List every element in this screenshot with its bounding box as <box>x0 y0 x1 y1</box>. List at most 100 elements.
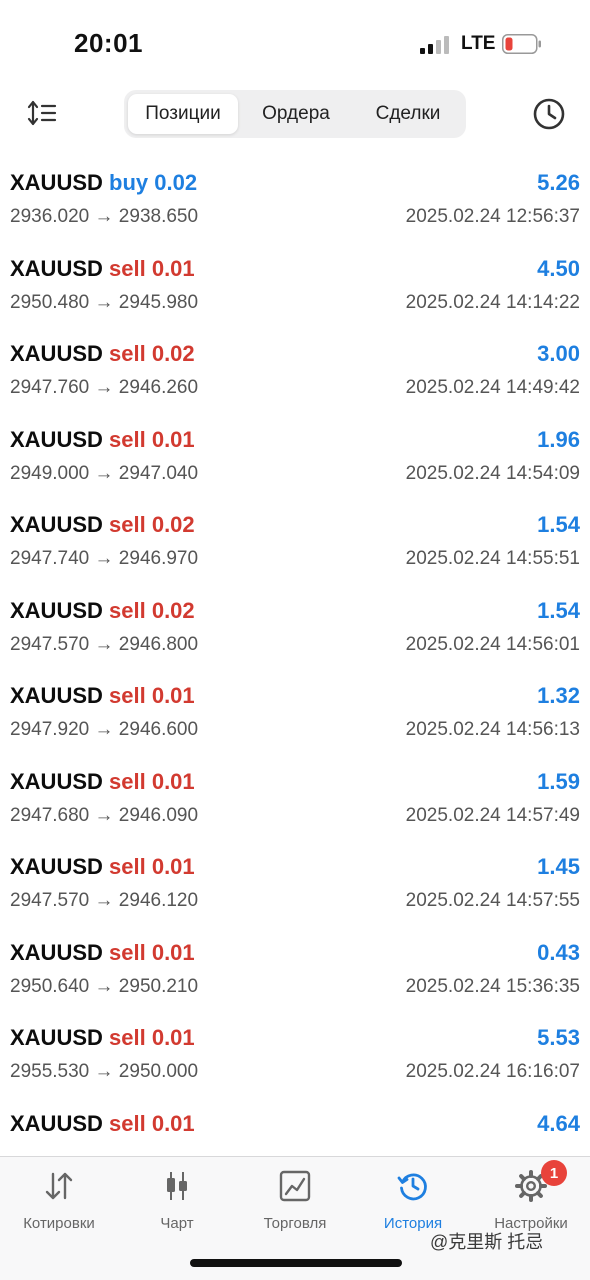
deal-symbol: XAUUSD sell 0.01 <box>10 683 195 709</box>
history-toolbar: Позиции Ордера Сделки <box>0 88 590 140</box>
deal-symbol: XAUUSD sell 0.01 <box>10 854 195 880</box>
candles-icon <box>167 1172 187 1200</box>
deal-symbol-text: XAUUSD <box>10 768 103 794</box>
quotes-icon <box>45 1172 73 1200</box>
deal-row[interactable]: XAUUSD sell 0.01 5.53 2955.530 → 2950.000 2… <box>0 1011 590 1097</box>
deal-side: sell 0.01 <box>109 1025 195 1050</box>
deal-side: sell 0.01 <box>109 854 195 879</box>
deal-side: sell 0.02 <box>109 341 195 366</box>
deal-prices: 2950.640 → 2950.210 <box>10 975 199 997</box>
deal-prices: 2949.000 → 2947.040 <box>10 462 199 484</box>
deal-prices: 2947.680 → 2946.090 <box>10 804 199 826</box>
deal-row[interactable]: XAUUSD sell 0.01 4.50 2950.480 → 2945.980 2… <box>0 242 590 328</box>
deal-profit: 4.50 <box>537 255 580 281</box>
segment-deals[interactable]: Сделки <box>354 94 462 134</box>
deal-row[interactable]: XAUUSD sell 0.01 4.64 <box>0 1097 590 1157</box>
deal-time: 2025.02.24 14:56:01 <box>405 633 580 655</box>
cellular-signal-icon <box>420 36 449 54</box>
settings-notification-badge: 1 <box>541 1160 567 1186</box>
deal-time: 2025.02.24 14:14:22 <box>405 291 580 313</box>
deal-symbol: XAUUSD sell 0.02 <box>10 598 195 624</box>
watermark: @克里斯 托忌 <box>430 1232 544 1252</box>
battery-icon <box>502 34 541 54</box>
deal-time: 2025.02.24 15:36:35 <box>405 975 580 997</box>
deal-profit: 1.45 <box>537 854 580 879</box>
tab-quotes[interactable]: Котировки <box>0 1167 118 1237</box>
deal-symbol-text: XAUUSD <box>10 341 103 366</box>
deal-side: sell 0.01 <box>109 768 195 794</box>
deal-prices: 2947.570 → 2946.800 <box>10 633 199 655</box>
deal-time: 2025.02.24 14:56:13 <box>405 719 580 740</box>
deal-prices: 2947.740 → 2946.970 <box>10 548 199 569</box>
deal-row[interactable]: XAUUSD sell 0.01 1.45 2947.570 → 2946.120 2… <box>0 840 590 926</box>
deal-profit: 3.00 <box>537 341 580 366</box>
deal-side: sell 0.02 <box>109 512 195 537</box>
deal-prices: 2947.570 → 2946.120 <box>10 890 199 911</box>
deal-profit: 1.59 <box>537 768 580 794</box>
deal-prices: 2955.530 → 2950.000 <box>10 1061 199 1082</box>
deal-side: sell 0.01 <box>109 426 195 452</box>
deal-symbol: XAUUSD sell 0.02 <box>10 341 195 367</box>
tab-quotes-label: Котировки <box>23 1215 95 1232</box>
deal-time: 2025.02.24 14:57:55 <box>405 890 580 911</box>
deal-row[interactable]: XAUUSD sell 0.02 3.00 2947.760 → 2946.260 2… <box>0 327 590 413</box>
deal-time: 2025.02.24 16:16:07 <box>405 1061 580 1082</box>
deal-side: sell 0.01 <box>109 255 195 281</box>
deal-symbol: XAUUSD sell 0.01 <box>10 769 195 795</box>
tab-trade[interactable]: Торговля <box>236 1167 354 1237</box>
trade-chart-icon <box>279 1170 311 1202</box>
deal-row[interactable]: XAUUSD sell 0.01 1.96 2949.000 → 2947.040 2… <box>0 413 590 499</box>
deal-symbol-text: XAUUSD <box>10 939 103 965</box>
deal-symbol: XAUUSD sell 0.02 <box>10 512 195 538</box>
status-time: 20:01 <box>74 28 143 58</box>
deal-prices: 2947.920 → 2946.600 <box>10 719 199 740</box>
segment-orders[interactable]: Ордера <box>238 94 354 134</box>
deal-prices: 2947.760 → 2946.260 <box>10 377 199 398</box>
deal-side: sell 0.01 <box>109 939 195 965</box>
deal-symbol-text: XAUUSD <box>10 255 103 281</box>
deal-symbol-text: XAUUSD <box>10 426 103 452</box>
deal-row[interactable]: XAUUSD sell 0.02 1.54 2947.740 → 2946.970 2… <box>0 498 590 584</box>
clock-icon[interactable] <box>531 96 567 132</box>
deal-symbol: XAUUSD sell 0.01 <box>10 427 195 453</box>
deal-symbol-text: XAUUSD <box>10 1025 103 1050</box>
deal-time: 2025.02.24 14:49:42 <box>405 377 580 398</box>
deal-profit: 4.64 <box>537 1110 580 1136</box>
segment-positions[interactable]: Позиции <box>128 94 238 134</box>
deal-profit: 1.54 <box>537 512 580 537</box>
tab-chart-label: Чарт <box>160 1215 194 1232</box>
deal-time: 2025.02.24 14:55:51 <box>405 548 580 569</box>
deal-symbol: XAUUSD sell 0.01 <box>10 256 195 282</box>
deal-row[interactable]: XAUUSD sell 0.01 0.43 2950.640 → 2950.210 2… <box>0 926 590 1012</box>
deal-symbol-text: XAUUSD <box>10 683 103 708</box>
deal-symbol-text: XAUUSD <box>10 512 103 537</box>
deal-prices: 2936.020 → 2938.650 <box>10 206 199 227</box>
deal-profit: 1.96 <box>537 426 580 452</box>
deal-profit: 5.26 <box>537 170 580 195</box>
deal-symbol-text: XAUUSD <box>10 170 103 195</box>
deal-row[interactable]: XAUUSD sell 0.01 1.32 2947.920 → 2946.600 2… <box>0 669 590 755</box>
deal-time: 2025.02.24 14:54:09 <box>405 462 580 484</box>
deal-symbol: XAUUSD sell 0.01 <box>10 940 195 966</box>
tab-chart[interactable]: Чарт <box>118 1167 236 1237</box>
network-type: LTE <box>461 33 496 54</box>
segmented-control: Позиции Ордера Сделки <box>124 90 466 138</box>
sort-icon[interactable] <box>26 98 58 130</box>
deal-profit: 1.32 <box>537 683 580 708</box>
deal-row[interactable]: XAUUSD sell 0.01 1.59 2947.680 → 2946.090 2… <box>0 755 590 841</box>
tab-settings[interactable]: Настройки <box>472 1167 590 1237</box>
deals-list: XAUUSD buy 0.02 5.26 2936.020 → 2938.650 20… <box>0 156 590 1156</box>
history-icon <box>397 1173 427 1201</box>
deal-symbol-text: XAUUSD <box>10 854 103 879</box>
deal-profit: 5.53 <box>537 1025 580 1050</box>
deal-row[interactable]: XAUUSD sell 0.02 1.54 2947.570 → 2946.800 2… <box>0 584 590 670</box>
deal-row[interactable]: XAUUSD buy 0.02 5.26 2936.020 → 2938.650 20… <box>0 156 590 242</box>
deal-symbol-text: XAUUSD <box>10 1110 103 1136</box>
tab-history[interactable]: История <box>354 1167 472 1237</box>
deal-side: sell 0.01 <box>109 1110 195 1136</box>
deal-profit: 0.43 <box>537 939 580 965</box>
deal-symbol: XAUUSD buy 0.02 <box>10 170 197 196</box>
tab-trade-label: Торговля <box>263 1215 327 1232</box>
deal-time: 2025.02.24 12:56:37 <box>405 206 580 227</box>
home-indicator[interactable] <box>190 1259 402 1267</box>
